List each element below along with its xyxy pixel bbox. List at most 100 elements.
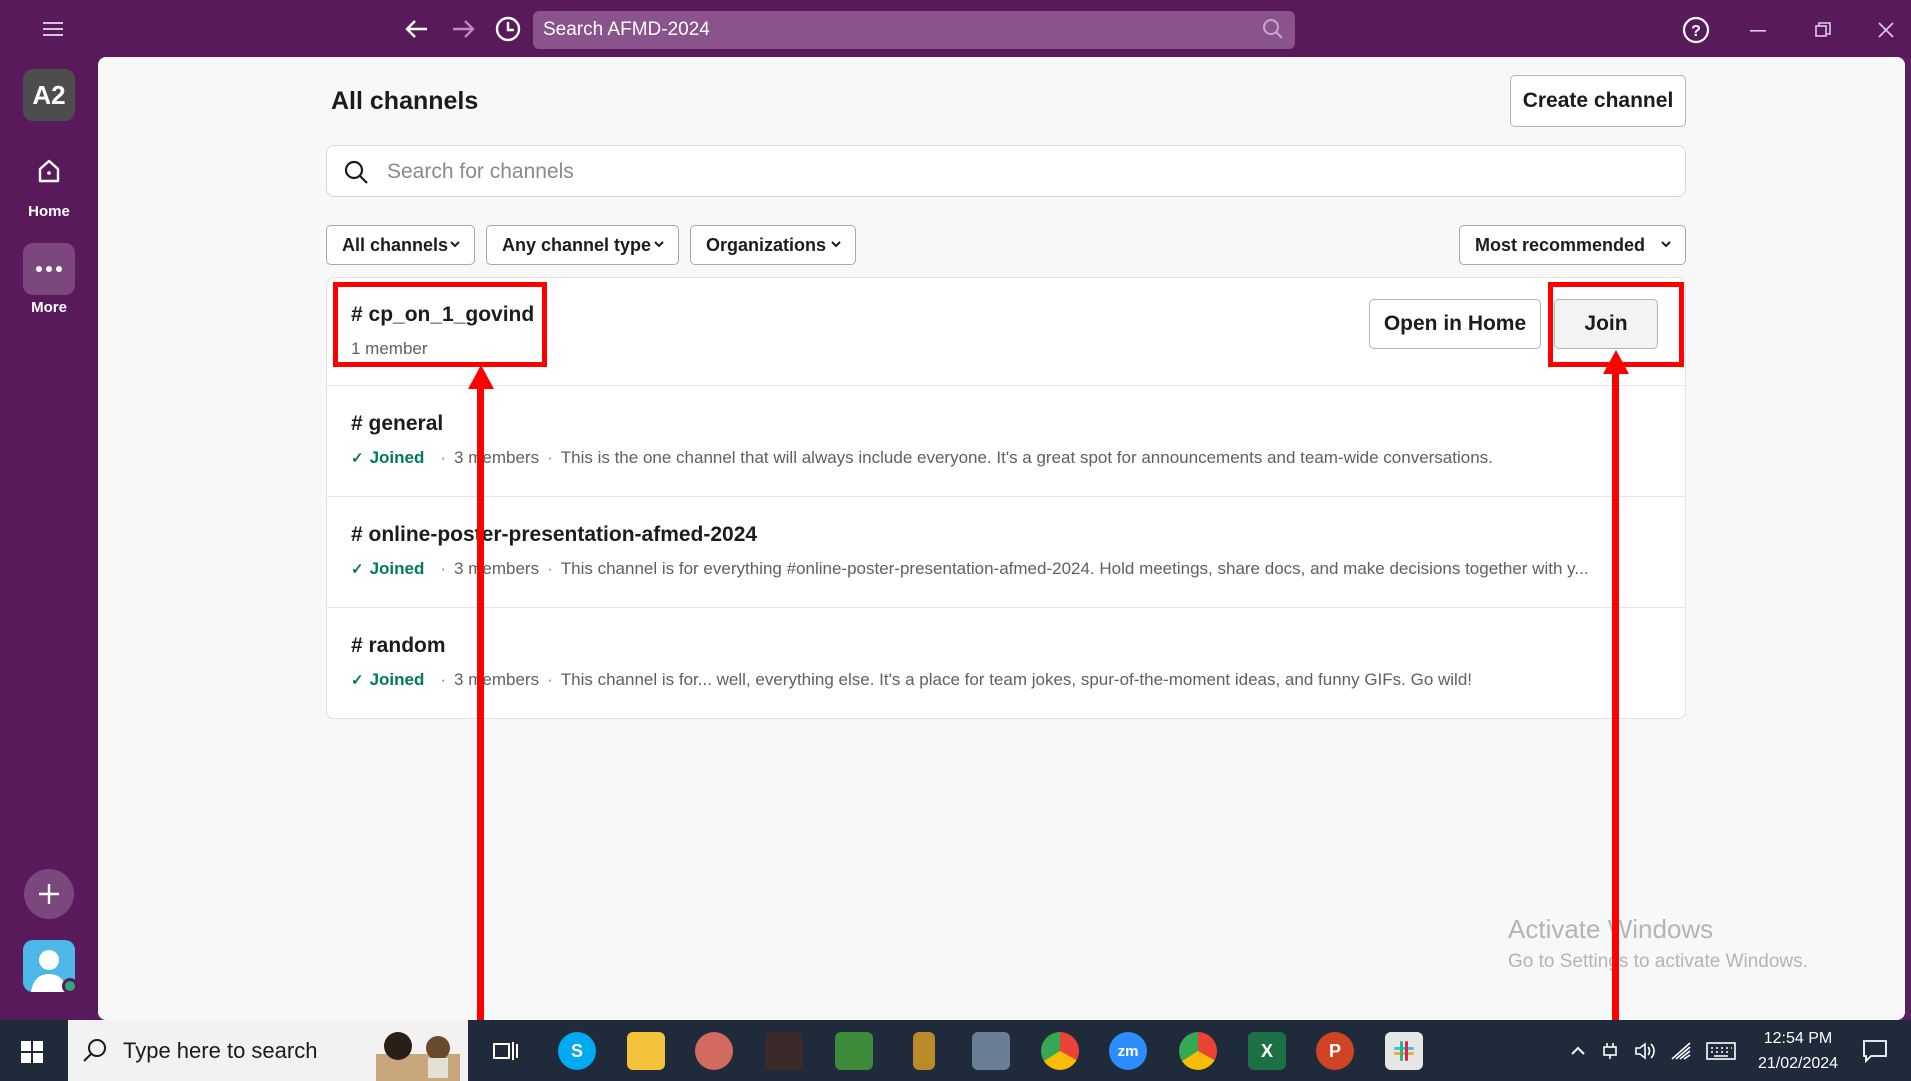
channel-search-placeholder: Search for channels xyxy=(387,160,574,183)
filter-channel-type-label: Any channel type xyxy=(502,234,652,255)
search-icon xyxy=(1261,17,1285,47)
workspace-search-text: Search AFMD-2024 xyxy=(543,19,710,40)
chrome-profile-icon[interactable] xyxy=(1179,1032,1217,1070)
page-title: All channels xyxy=(331,87,479,115)
channel-row[interactable]: # general ✓ Joined · 3 members · This is… xyxy=(327,386,1685,497)
channel-name[interactable]: # online-poster-presentation-afmed-2024 xyxy=(351,523,757,547)
app-icon-1[interactable] xyxy=(695,1032,733,1070)
home-label: Home xyxy=(28,203,70,220)
channel-description: This channel is for... well, everything … xyxy=(560,670,1473,689)
plus-icon xyxy=(39,884,59,904)
windows-taskbar: Type here to search S zm X P 12:54 PM 21… xyxy=(0,1020,1911,1081)
forward-arrow-icon[interactable] xyxy=(446,14,480,44)
create-channel-button[interactable]: Create channel xyxy=(1510,75,1686,127)
channel-meta: ✓ Joined · 3 members · This channel is f… xyxy=(351,559,1589,579)
power-plug-icon[interactable] xyxy=(1600,1041,1620,1061)
annotation-arrow-left xyxy=(477,385,484,1081)
chevron-up-icon[interactable] xyxy=(1570,1043,1586,1059)
check-icon: ✓ xyxy=(351,561,364,578)
notifications-icon[interactable] xyxy=(1858,1034,1892,1068)
joined-status: Joined xyxy=(369,559,425,578)
separator: · xyxy=(440,448,447,467)
main-panel: All channels Create channel Search for c… xyxy=(98,57,1905,1020)
chrome-icon[interactable] xyxy=(1041,1032,1079,1070)
excel-icon[interactable]: X xyxy=(1248,1032,1286,1070)
more-label: More xyxy=(31,299,67,316)
taskbar-search-input[interactable]: Type here to search xyxy=(68,1020,468,1081)
task-view-icon[interactable] xyxy=(488,1033,524,1069)
chevron-down-icon xyxy=(1661,241,1671,248)
annotation-arrow-right xyxy=(1612,370,1619,1081)
windows-start-icon[interactable] xyxy=(14,1034,50,1070)
app-icon-2[interactable] xyxy=(765,1032,803,1070)
file-explorer-icon[interactable] xyxy=(627,1032,665,1070)
taskbar-search-placeholder: Type here to search xyxy=(123,1038,318,1063)
channel-search-input[interactable]: Search for channels xyxy=(326,145,1686,197)
channel-meta: ✓ Joined · 3 members · This channel is f… xyxy=(351,670,1472,690)
menu-icon[interactable] xyxy=(38,16,68,42)
title-bar: Search AFMD-2024 ? xyxy=(0,0,1911,57)
svg-text:?: ? xyxy=(1691,23,1701,40)
member-count: 3 members xyxy=(454,670,540,689)
separator: · xyxy=(440,559,447,578)
workspace-switcher[interactable]: A2 xyxy=(23,69,75,121)
chevron-down-icon xyxy=(831,241,841,248)
volume-icon[interactable] xyxy=(1634,1041,1656,1061)
watermark-title: Activate Windows xyxy=(1508,914,1714,944)
chevron-down-icon xyxy=(450,241,460,248)
search-icon xyxy=(83,1039,106,1062)
powerpoint-icon[interactable]: P xyxy=(1316,1032,1354,1070)
sort-dropdown-label: Most recommended xyxy=(1475,234,1646,255)
taskbar-clock[interactable]: 12:54 PM 21/02/2024 xyxy=(1752,1026,1844,1076)
channel-name[interactable]: # general xyxy=(351,412,443,436)
home-button[interactable] xyxy=(23,145,75,197)
check-icon: ✓ xyxy=(351,450,364,467)
close-icon[interactable] xyxy=(1870,14,1902,46)
search-icon xyxy=(344,160,368,184)
clock-time: 12:54 PM xyxy=(1763,1030,1833,1047)
workspace-rail: A2 Home More xyxy=(0,57,98,1020)
member-count: 3 members xyxy=(454,448,540,467)
filter-organizations-label: Organizations xyxy=(706,234,827,255)
app-icon-3[interactable] xyxy=(835,1032,873,1070)
filter-organizations[interactable]: Organizations xyxy=(690,225,856,265)
keyboard-icon[interactable] xyxy=(1706,1041,1736,1061)
channel-description: This channel is for everything #online-p… xyxy=(560,559,1589,578)
calculator-icon[interactable] xyxy=(972,1032,1010,1070)
system-tray xyxy=(1570,1020,1736,1081)
chevron-down-icon xyxy=(654,241,664,248)
activate-windows-watermark: Activate Windows Go to Settings to activ… xyxy=(1508,914,1808,973)
skype-icon[interactable]: S xyxy=(558,1032,596,1070)
filter-all-channels[interactable]: All channels xyxy=(326,225,475,265)
sort-dropdown[interactable]: Most recommended xyxy=(1459,225,1686,265)
separator: · xyxy=(547,448,553,467)
search-highlight-illustration xyxy=(368,1024,468,1081)
open-in-home-button[interactable]: Open in Home xyxy=(1369,299,1541,349)
add-button[interactable] xyxy=(24,869,74,919)
restore-icon[interactable] xyxy=(1807,14,1839,46)
history-icon[interactable] xyxy=(491,12,525,46)
help-icon[interactable]: ? xyxy=(1680,14,1712,46)
workspace-search-input[interactable]: Search AFMD-2024 xyxy=(533,11,1295,49)
app-icon-4[interactable] xyxy=(913,1032,935,1070)
channel-description: This is the one channel that will always… xyxy=(560,448,1493,467)
separator: · xyxy=(547,670,553,689)
channel-name[interactable]: # random xyxy=(351,634,446,658)
zoom-icon[interactable]: zm xyxy=(1109,1032,1147,1070)
more-dots-icon xyxy=(36,266,62,272)
wifi-icon[interactable] xyxy=(1670,1041,1692,1061)
back-arrow-icon[interactable] xyxy=(400,14,434,44)
check-icon: ✓ xyxy=(351,672,364,689)
home-icon xyxy=(38,159,60,183)
channel-row[interactable]: # random ✓ Joined · 3 members · This cha… xyxy=(327,608,1685,718)
more-button[interactable] xyxy=(23,243,75,295)
annotation-box-channel xyxy=(333,282,547,367)
minimize-icon[interactable] xyxy=(1742,14,1774,46)
channel-row[interactable]: # online-poster-presentation-afmed-2024 … xyxy=(327,497,1685,608)
slack-icon[interactable] xyxy=(1385,1032,1423,1070)
separator: · xyxy=(547,559,553,578)
presence-indicator xyxy=(62,978,78,994)
member-count: 3 members xyxy=(454,559,540,578)
joined-status: Joined xyxy=(369,448,425,467)
filter-channel-type[interactable]: Any channel type xyxy=(486,225,679,265)
